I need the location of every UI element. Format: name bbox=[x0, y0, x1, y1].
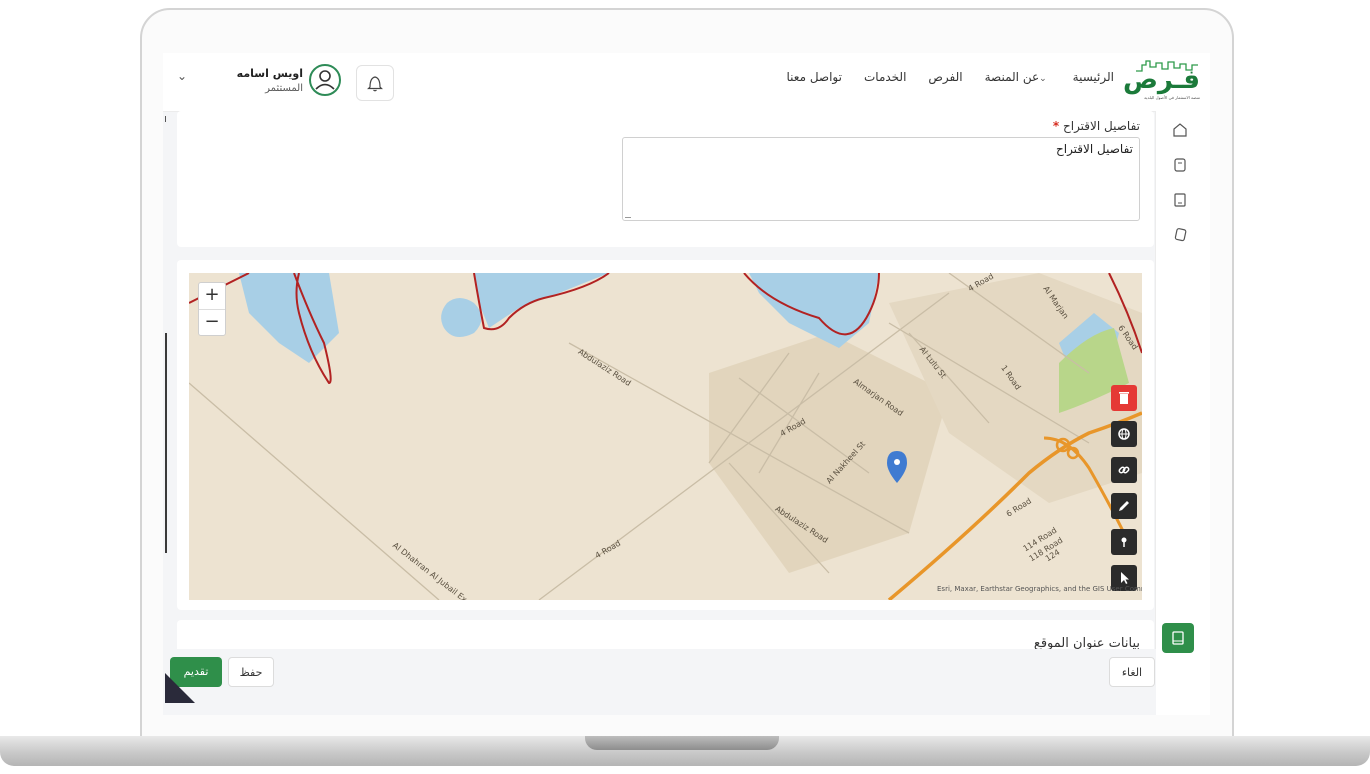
side-toolbar bbox=[1155, 111, 1210, 715]
bell-icon bbox=[367, 76, 383, 92]
logo-text: فـرص bbox=[1122, 65, 1200, 95]
main-nav: الرئيسية عن المنصة⌄ الفرص الخدمات تواصل … bbox=[787, 70, 1114, 84]
pin-icon bbox=[1121, 537, 1127, 547]
resize-handle[interactable] bbox=[625, 211, 631, 218]
copy-icon[interactable] bbox=[1171, 226, 1189, 244]
user-menu-chevron-icon[interactable]: ⌄ bbox=[177, 69, 187, 83]
required-mark: * bbox=[1052, 119, 1060, 133]
top-header: فـرص منصة الاستثمار في الأصول البلدية ال… bbox=[163, 53, 1210, 112]
document-icon[interactable] bbox=[1171, 156, 1189, 174]
map-base bbox=[189, 273, 1142, 600]
sidebar-active-item[interactable] bbox=[1162, 623, 1194, 653]
water-area bbox=[239, 273, 339, 363]
delete-tool-button[interactable] bbox=[1111, 385, 1137, 411]
pencil-icon bbox=[1119, 501, 1129, 511]
nav-about-label: عن المنصة bbox=[984, 70, 1040, 84]
suggestion-details-card: * تفاصيل الاقتراح تفاصيل الاقتراح bbox=[177, 111, 1154, 247]
chevron-down-icon: ⌄ bbox=[1039, 74, 1047, 84]
link-tool-button[interactable] bbox=[1111, 457, 1137, 483]
user-icon bbox=[315, 70, 335, 90]
location-map[interactable]: Abdulaziz Road Almarjan Road 4 Road Al N… bbox=[189, 273, 1142, 600]
map-attribution: Esri, Maxar, Earthstar Geographics, and … bbox=[937, 585, 1142, 593]
logo-subtitle: منصة الاستثمار في الأصول البلدية bbox=[1144, 95, 1200, 100]
zoom-in-button[interactable]: + bbox=[199, 283, 225, 310]
file-icon[interactable] bbox=[1171, 191, 1189, 209]
basemap-tool-button[interactable] bbox=[1111, 421, 1137, 447]
notifications-button[interactable] bbox=[356, 65, 394, 101]
pin-tool-button[interactable] bbox=[1111, 529, 1137, 555]
user-role: المستثمر bbox=[265, 83, 303, 94]
nav-opportunities[interactable]: الفرص bbox=[928, 70, 962, 84]
suggestion-label-text: تفاصيل الاقتراح bbox=[1062, 119, 1140, 133]
furas-logo[interactable]: فـرص منصة الاستثمار في الأصول البلدية bbox=[1123, 59, 1200, 103]
laptop-notch bbox=[585, 736, 779, 750]
cancel-button[interactable]: الغاء bbox=[1109, 657, 1155, 687]
suggestion-value: تفاصيل الاقتراح bbox=[1055, 142, 1133, 156]
suggestion-textarea[interactable]: تفاصيل الاقتراح bbox=[622, 137, 1140, 221]
water-area bbox=[749, 273, 879, 348]
settings-corner[interactable] bbox=[165, 673, 195, 703]
home-icon[interactable] bbox=[1171, 121, 1189, 139]
avatar[interactable] bbox=[309, 64, 341, 96]
draw-tool-button[interactable] bbox=[1111, 493, 1137, 519]
form-footer: تقديم حفظ الغاء bbox=[163, 649, 1156, 715]
app-screen: فـرص منصة الاستثمار في الأصول البلدية ال… bbox=[163, 53, 1210, 715]
nav-home[interactable]: الرئيسية bbox=[1073, 70, 1114, 84]
nav-contact[interactable]: تواصل معنا bbox=[787, 70, 842, 84]
save-button[interactable]: حفظ bbox=[228, 657, 274, 687]
link-icon bbox=[1118, 466, 1130, 474]
water-area bbox=[441, 298, 482, 337]
scroll-mark bbox=[165, 116, 166, 122]
zoom-controls: + − bbox=[198, 282, 226, 336]
trash-icon bbox=[1119, 392, 1129, 404]
user-name: اويس اسامه bbox=[236, 67, 303, 80]
globe-icon bbox=[1118, 428, 1130, 440]
suggestion-label: * تفاصيل الاقتراح bbox=[1053, 119, 1140, 133]
zoom-out-button[interactable]: − bbox=[199, 310, 225, 336]
page-scrollbar[interactable] bbox=[165, 333, 167, 553]
book-icon bbox=[1172, 631, 1184, 645]
map-card: Abdulaziz Road Almarjan Road 4 Road Al N… bbox=[177, 260, 1154, 610]
nav-services[interactable]: الخدمات bbox=[864, 70, 906, 84]
water-area bbox=[474, 273, 609, 328]
nav-about[interactable]: عن المنصة⌄ bbox=[985, 70, 1051, 84]
